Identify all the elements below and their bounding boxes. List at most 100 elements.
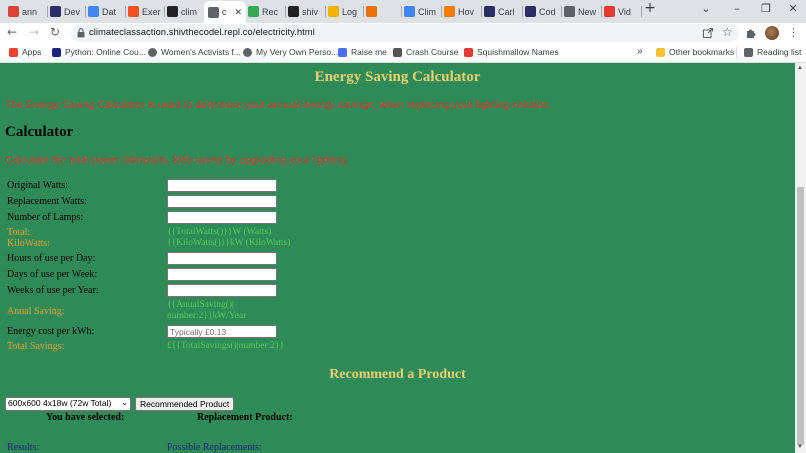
- number-of-lamps-input[interactable]: [167, 211, 277, 224]
- bookmark-item[interactable]: Raise me: [338, 47, 387, 57]
- share-icon[interactable]: [702, 27, 714, 39]
- other-bookmarks[interactable]: Other bookmarks: [656, 47, 734, 57]
- bookmark-item[interactable]: Squishmallow Names: [464, 47, 559, 57]
- apps-grid-icon: [9, 47, 18, 57]
- restore-icon[interactable]: ❐: [757, 2, 775, 15]
- close-window-icon[interactable]: ✕: [784, 2, 802, 15]
- browser-tab[interactable]: Carl: [480, 2, 523, 21]
- kilowatts-label: KiloWatts:: [7, 238, 51, 249]
- dev-d-icon: [525, 6, 536, 17]
- browser-tab[interactable]: New: [560, 2, 602, 21]
- days-per-week-input[interactable]: [167, 268, 277, 281]
- product-select-value: 600x600 4x18w (72w Total): [8, 398, 112, 408]
- bookmark-item[interactable]: My Very Own Perso...: [243, 47, 338, 57]
- tab-label: Clim: [418, 6, 436, 17]
- box-icon: [167, 6, 178, 17]
- tab-search-chevron-icon[interactable]: ⌄: [697, 2, 715, 15]
- back-icon[interactable]: ←: [7, 25, 17, 39]
- other-bookmarks-label: Other bookmarks: [669, 47, 735, 57]
- browser-tab[interactable]: Exer: [124, 2, 165, 21]
- tab-label: New: [578, 6, 597, 17]
- page-scrollbar[interactable]: ▲ ▼: [795, 63, 806, 453]
- raise-icon: [338, 47, 347, 57]
- crashcourse-icon: [393, 47, 402, 57]
- drive-icon: [248, 6, 259, 17]
- dev-d-icon: [50, 6, 61, 17]
- hours-per-day-label: Hours of use per Day:: [7, 253, 96, 264]
- menu-kebab-icon[interactable]: ⋮: [788, 26, 799, 39]
- new-tab-plus-icon[interactable]: +: [641, 0, 659, 16]
- doc-icon: [88, 6, 99, 17]
- extensions-puzzle-icon[interactable]: [745, 27, 757, 39]
- scroll-down-arrow-icon[interactable]: ▼: [797, 444, 803, 450]
- tab-label: Carl: [498, 6, 515, 17]
- tab-close-icon[interactable]: ✕: [234, 7, 242, 18]
- bookmark-item[interactable]: Crash Course: [393, 47, 458, 57]
- folder-icon: [656, 47, 665, 57]
- bookmark-label: Crash Course: [406, 47, 459, 57]
- globe-icon: [208, 6, 219, 18]
- doc-icon: [404, 6, 415, 17]
- original-watts-label: Original Watts:: [7, 180, 68, 191]
- recommend-heading: Recommend a Product: [329, 367, 466, 382]
- annual-saving-value-line2: number:2}}kW/Year: [167, 311, 247, 321]
- browser-tab[interactable]: shiv: [284, 2, 326, 21]
- bookmark-item[interactable]: Apps: [9, 47, 41, 57]
- address-bar[interactable]: climateclassaction.shivthecodel.repl.co/…: [71, 24, 739, 42]
- bookmark-item[interactable]: Python: Online Cou...: [52, 47, 146, 57]
- github-icon: [288, 6, 299, 17]
- bookmark-label: Python: Online Cou...: [65, 47, 146, 57]
- browser-tab[interactable]: Hov: [440, 2, 482, 21]
- tab-label: Vid: [618, 6, 631, 17]
- browser-toolbar: ← → ↻ climateclassaction.shivthecodel.re…: [0, 23, 806, 44]
- calculator-heading: Calculator: [5, 124, 74, 140]
- weeks-per-year-input[interactable]: [167, 284, 277, 297]
- browser-tab[interactable]: [362, 2, 402, 21]
- tab-label: Hov: [458, 6, 475, 17]
- browser-tab[interactable]: Cod: [521, 2, 562, 21]
- replacement-product-label: Replacement Product:: [197, 412, 293, 423]
- tab-label: ann: [22, 6, 38, 17]
- original-watts-input[interactable]: [167, 179, 277, 192]
- calculator-intro: Calculate the total power (kilowatts, kW…: [5, 154, 349, 166]
- browser-tab[interactable]: Dev: [46, 2, 86, 21]
- tab-strip: ann Dev Dat Exer clim c ✕ Rec shiv Log Clim Hov Carl…: [0, 0, 806, 23]
- tab-label: Exer: [142, 6, 161, 17]
- annual-saving-label: Anual Saving:: [7, 306, 65, 317]
- browser-tab[interactable]: ann: [4, 2, 48, 21]
- kilowatts-value: {{KiloWatts()}}kW (KiloWatts): [167, 238, 291, 248]
- bookmarks-overflow-icon[interactable]: »: [637, 46, 643, 57]
- browser-tab[interactable]: Rec: [244, 2, 286, 21]
- intro-text: The Energy Saving Calculator is used to …: [5, 99, 552, 111]
- browser-tab[interactable]: Log: [324, 2, 364, 21]
- forward-icon[interactable]: →: [29, 25, 39, 39]
- browser-tab[interactable]: Dat: [84, 2, 126, 21]
- reading-list-label: Reading list: [757, 47, 802, 57]
- bookmarks-divider: [736, 47, 737, 59]
- browser-tab[interactable]: clim: [163, 2, 206, 21]
- bookmark-star-icon[interactable]: ☆: [722, 25, 733, 39]
- reading-list[interactable]: Reading list: [744, 47, 801, 57]
- lock-icon: [77, 28, 85, 38]
- tab-label: c: [222, 7, 227, 17]
- minimize-icon[interactable]: –: [728, 2, 746, 15]
- tab-label: Log: [342, 6, 358, 17]
- recommended-product-button[interactable]: Recommended Product: [135, 397, 235, 411]
- tab-label: Rec: [262, 6, 279, 17]
- scroll-up-arrow-icon[interactable]: ▲: [797, 65, 803, 71]
- energy-cost-label: Energy cost per kWh:: [7, 326, 95, 337]
- bookmarks-bar: Apps Python: Online Cou... Women's Activis…: [0, 44, 806, 63]
- scrollbar-thumb[interactable]: [797, 187, 804, 445]
- total-label: Total:: [7, 227, 31, 238]
- profile-avatar[interactable]: [765, 26, 779, 40]
- page-viewport: Energy Saving Calculator The Energy Savi…: [0, 63, 795, 453]
- product-select[interactable]: 600x600 4x18w (72w Total) ⌄: [5, 397, 131, 411]
- browser-tab[interactable]: Clim: [400, 2, 442, 21]
- hours-per-day-input[interactable]: [167, 252, 277, 265]
- browser-tab[interactable]: Vid: [600, 2, 642, 21]
- replacement-watts-input[interactable]: [167, 195, 277, 208]
- energy-cost-input[interactable]: [167, 325, 277, 338]
- reload-icon[interactable]: ↻: [50, 25, 60, 39]
- bookmark-item[interactable]: Women's Activists f...: [148, 47, 241, 57]
- browser-tab[interactable]: c ✕: [204, 1, 246, 23]
